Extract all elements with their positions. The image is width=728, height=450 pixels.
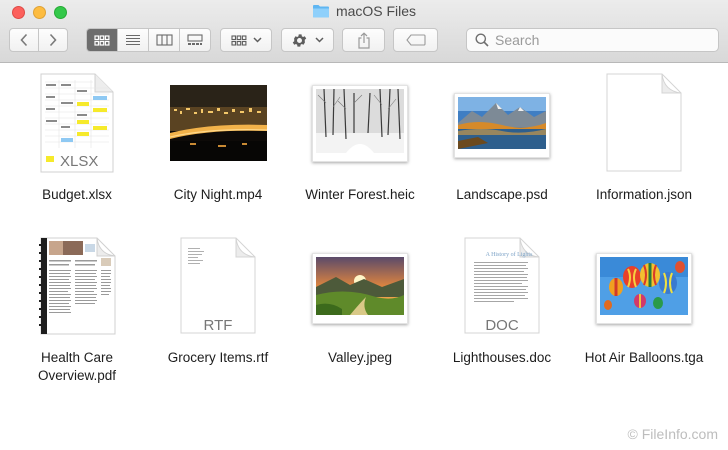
city-night-video-thumbnail	[169, 85, 267, 161]
chevron-down-icon	[252, 37, 262, 43]
window-title-bar: macOS Files	[0, 3, 728, 19]
file-thumbnail	[576, 72, 712, 174]
file-thumbnail	[292, 253, 428, 324]
file-name: Valley.jpeg	[327, 350, 393, 365]
file-type-badge: DOC	[485, 317, 519, 334]
file-name: Winter Forest.heic	[305, 187, 415, 202]
file-name: Landscape.psd	[456, 187, 548, 202]
view-mode-control	[86, 28, 211, 52]
search-field[interactable]	[466, 28, 719, 52]
file-name: Information.json	[595, 187, 693, 202]
icon-view-icon	[94, 34, 110, 46]
tag-button[interactable]	[393, 28, 438, 52]
file-name: City Night.mp4	[173, 187, 263, 202]
file-thumbnail	[9, 236, 145, 336]
file-thumbnail	[150, 85, 286, 161]
watermark: © FileInfo.com	[627, 426, 718, 442]
window-title: macOS Files	[335, 3, 417, 19]
landscape-image-thumbnail	[458, 97, 546, 149]
file-type-badge: RTF	[203, 317, 233, 334]
arrange-grid-icon	[230, 34, 246, 46]
icon-view-button[interactable]	[87, 29, 118, 51]
chevron-left-icon	[20, 33, 28, 47]
photo-frame	[454, 93, 550, 158]
photo-frame	[596, 253, 692, 324]
column-view-icon	[155, 34, 173, 46]
gear-icon	[292, 33, 307, 47]
forward-button[interactable]	[39, 29, 67, 51]
list-view-icon	[126, 34, 140, 46]
arrange-button[interactable]	[220, 28, 272, 52]
chevron-down-icon	[315, 37, 324, 43]
search-input[interactable]	[495, 32, 705, 48]
file-name: Lighthouses.doc	[452, 350, 552, 365]
file-thumbnail	[434, 93, 570, 158]
share-button[interactable]	[342, 28, 385, 52]
chevron-right-icon	[49, 33, 57, 47]
navigation-buttons	[9, 28, 68, 52]
action-button[interactable]	[281, 28, 334, 52]
file-thumbnail	[576, 253, 712, 324]
window-toolbar: macOS Files	[0, 0, 728, 63]
search-icon	[475, 33, 489, 47]
blank-document-icon	[606, 73, 682, 172]
gallery-view-icon	[187, 34, 203, 45]
back-button[interactable]	[10, 29, 39, 51]
file-name: Grocery Items.rtf	[167, 350, 269, 365]
gallery-view-button[interactable]	[180, 29, 210, 51]
share-icon	[357, 31, 370, 49]
valley-image-thumbnail	[316, 257, 404, 315]
hot-air-balloons-image-thumbnail	[600, 257, 688, 315]
column-view-button[interactable]	[149, 29, 180, 51]
pdf-document-icon	[39, 237, 116, 335]
folder-icon	[312, 5, 329, 18]
winter-forest-image-thumbnail	[316, 88, 404, 153]
photo-frame	[312, 253, 408, 324]
tag-icon	[405, 34, 426, 46]
list-view-button[interactable]	[118, 29, 149, 51]
file-name: Health Care Overview.pdf	[37, 350, 117, 383]
doc-heading: A History of Lights	[485, 252, 533, 258]
file-thumbnail	[292, 85, 428, 162]
file-name: Hot Air Balloons.tga	[584, 350, 704, 365]
file-type-badge: XLSX	[60, 153, 99, 170]
file-name: Budget.xlsx	[42, 187, 112, 202]
photo-frame	[312, 85, 408, 162]
